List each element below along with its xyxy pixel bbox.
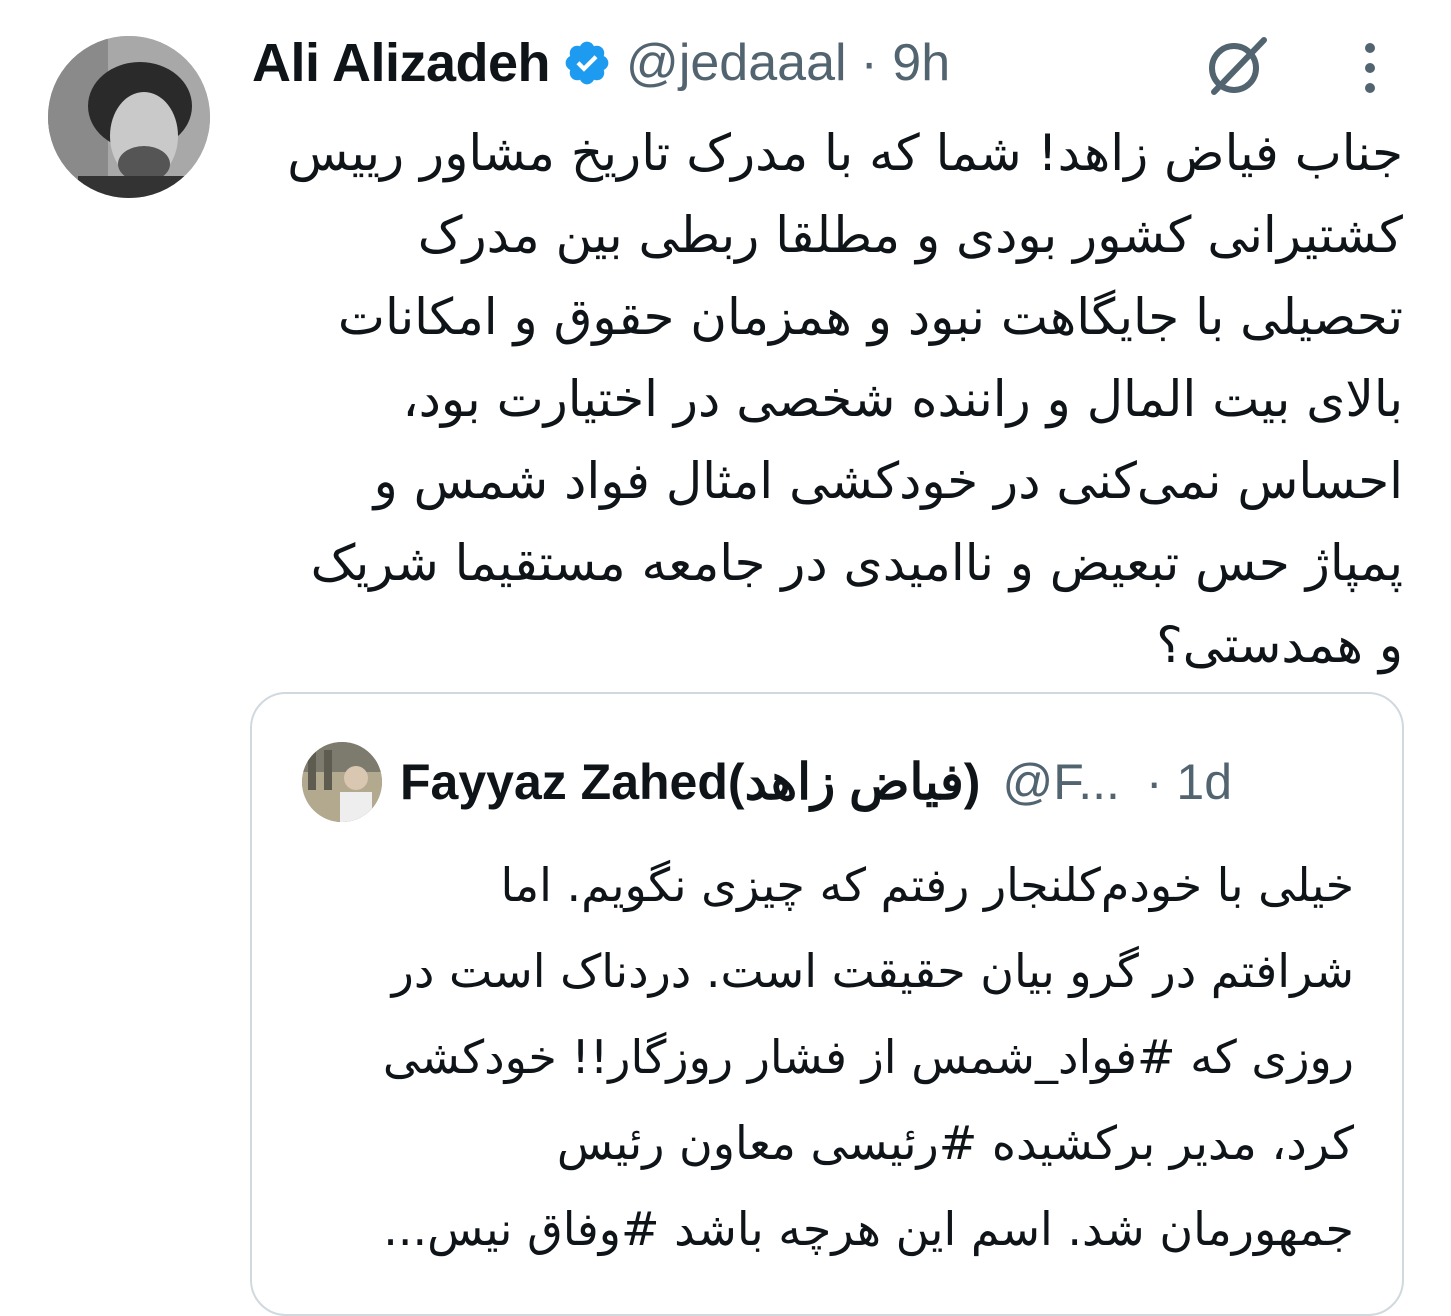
quoted-text-line: کرد، مدیر برکشیده #رئیسی معاون رئیس xyxy=(556,1116,1354,1170)
more-vertical-icon[interactable] xyxy=(1350,38,1390,98)
tweet-time[interactable]: · 9h xyxy=(861,33,951,93)
tweet-text-line: بالای بیت المال و راننده شخصی در اختیارت… xyxy=(402,370,1403,428)
quoted-text-line: جمهورمان شد. اسم این هرچه باشد #وفاق نیس… xyxy=(383,1202,1354,1256)
author-avatar[interactable] xyxy=(48,36,210,198)
tweet-text-line: جناب فیاض زاهد! شما که با مدرک تاریخ مشا… xyxy=(287,124,1403,182)
quoted-tweet-header: Fayyaz Zahed(فیاض زاهد) @F... · 1d xyxy=(400,742,1232,822)
quoted-tweet-text: خیلی با خودم‌کلنجار رفتم که چیزی نگویم. … xyxy=(294,842,1354,1272)
author-handle[interactable]: @jedaaal xyxy=(626,33,847,93)
quoted-author-name[interactable]: Fayyaz Zahed(فیاض زاهد) xyxy=(400,753,980,811)
tweet-text: جناب فیاض زاهد! شما که با مدرک تاریخ مشا… xyxy=(243,112,1403,686)
tweet-header: Ali Alizadeh @jedaaal · 9h xyxy=(252,28,950,98)
author-name[interactable]: Ali Alizadeh xyxy=(252,32,551,94)
quoted-tweet-time[interactable]: · 1d xyxy=(1146,753,1232,811)
grok-icon[interactable] xyxy=(1200,30,1272,102)
quoted-text-line: روزی که #فواد_شمس از فشار روزگار!! خودکش… xyxy=(382,1030,1354,1084)
tweet-text-line: احساس نمی‌کنی در خودکشی امثال فواد شمس و xyxy=(373,452,1403,510)
quoted-author-avatar[interactable] xyxy=(302,742,382,822)
quoted-author-handle[interactable]: @F... xyxy=(1002,753,1119,811)
quoted-text-line: شرافتم در گرو بیان حقیقت است. دردناک است… xyxy=(391,944,1354,998)
verified-badge-icon xyxy=(562,38,612,88)
tweet-text-line: و همدستی؟ xyxy=(1156,616,1403,674)
tweet-text-line: تحصیلی با جایگاهت نبود و همزمان حقوق و ا… xyxy=(337,288,1403,346)
tweet-text-line: پمپاژ حس تبعیض و ناامیدی در جامعه مستقیم… xyxy=(310,534,1403,592)
quoted-tweet-card[interactable]: Fayyaz Zahed(فیاض زاهد) @F... · 1d خیلی … xyxy=(250,692,1404,1316)
tweet-text-line: کشتیرانی کشور بودی و مطلقا ربطی بین مدرک xyxy=(417,206,1403,264)
quoted-text-line: خیلی با خودم‌کلنجار رفتم که چیزی نگویم. … xyxy=(500,858,1354,912)
